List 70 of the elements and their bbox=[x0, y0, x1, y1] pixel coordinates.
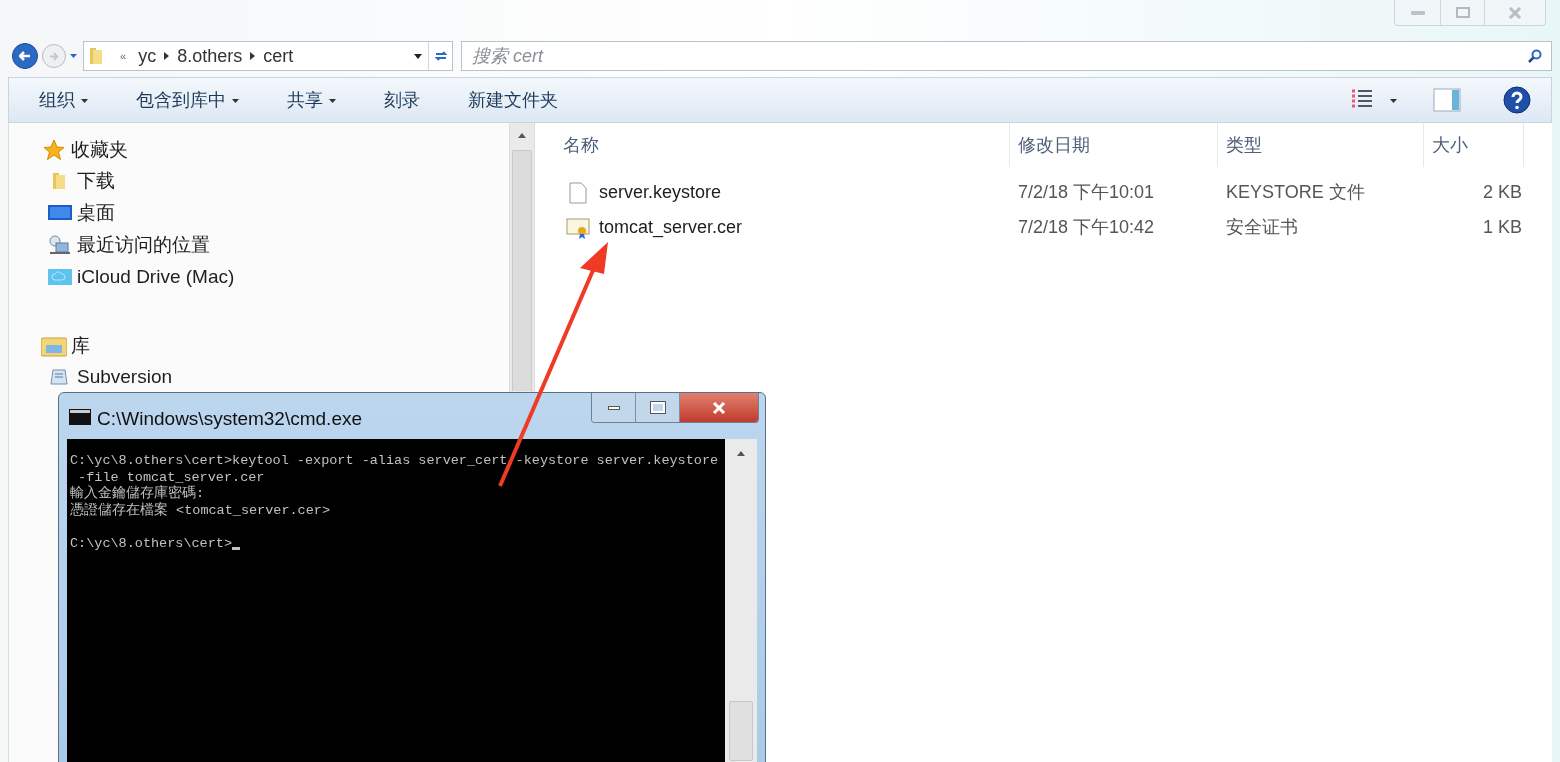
scroll-thumb[interactable] bbox=[512, 150, 532, 391]
minimize-button[interactable] bbox=[592, 393, 636, 422]
close-icon bbox=[712, 401, 726, 414]
toolbar-button[interactable]: 包含到库中 bbox=[136, 86, 239, 114]
preview-pane-button[interactable] bbox=[1433, 88, 1461, 112]
arrow-left-icon bbox=[19, 51, 31, 61]
toolbar-button[interactable]: 刻录 bbox=[384, 86, 420, 114]
certificate-icon bbox=[566, 216, 590, 239]
column-header[interactable]: 修改日期 bbox=[1010, 123, 1218, 167]
toolbar-button[interactable]: 组织 bbox=[39, 86, 88, 114]
caret-icon bbox=[70, 54, 77, 58]
table-cell-text: 7/2/18 下午10:01 bbox=[1017, 181, 1156, 204]
column-header[interactable]: 名称 bbox=[555, 123, 1010, 167]
file-name[interactable]: server.keystore bbox=[599, 179, 722, 206]
table-cell-text: 7/2/18 下午10:42 bbox=[1017, 216, 1156, 239]
breadcrumb-item[interactable]: 8.others bbox=[177, 42, 243, 70]
scroll-up-icon bbox=[737, 451, 745, 456]
console-line: 憑證儲存在檔案 <tomcat_server.cer> bbox=[70, 502, 331, 518]
recent-places-icon bbox=[48, 234, 72, 256]
chevron-right-icon bbox=[164, 52, 170, 60]
breadcrumb-item[interactable]: cert bbox=[263, 42, 294, 70]
scroll-thumb[interactable] bbox=[729, 701, 753, 761]
nav-group-header[interactable]: 收藏夹 bbox=[39, 135, 509, 165]
file-name[interactable]: tomcat_server.cer bbox=[599, 214, 743, 241]
address-bar[interactable]: « yc 8.others cert bbox=[83, 41, 453, 71]
nav-item[interactable]: 下载 bbox=[39, 165, 509, 197]
nav-item[interactable]: 最近访问的位置 bbox=[39, 229, 509, 261]
text-cursor bbox=[232, 547, 241, 550]
column-header[interactable]: 大小 bbox=[1424, 123, 1524, 167]
overflow-mark: « bbox=[120, 48, 127, 64]
star-icon bbox=[43, 139, 65, 161]
table-cell-text: 1 KB bbox=[1481, 216, 1523, 239]
table-cell-text: 安全证书 bbox=[1225, 216, 1299, 239]
console-icon bbox=[69, 409, 91, 425]
close-icon bbox=[1508, 6, 1522, 19]
back-button[interactable] bbox=[12, 43, 38, 69]
file-icon bbox=[569, 181, 587, 204]
console-prompt: C:\yc\8.others\cert> bbox=[70, 535, 233, 552]
maximize-button[interactable] bbox=[636, 393, 680, 422]
table-cell-text: KEYSTORE 文件 bbox=[1225, 181, 1366, 204]
table-cell-text: 2 KB bbox=[1481, 181, 1523, 204]
console-line: -file tomcat_server.cer bbox=[77, 469, 265, 485]
nav-item[interactable]: iCloud Drive (Mac) bbox=[39, 261, 509, 293]
search-field[interactable]: 搜索 cert bbox=[461, 41, 1552, 71]
refresh-icon bbox=[433, 50, 448, 62]
library-icon bbox=[41, 335, 67, 357]
caret-icon bbox=[414, 53, 422, 59]
arrow-right-icon bbox=[49, 51, 59, 61]
column-header[interactable]: 类型 bbox=[1218, 123, 1424, 167]
nav-item[interactable]: 桌面 bbox=[39, 197, 509, 229]
nav-group-header[interactable]: 库 bbox=[39, 331, 509, 361]
toolbar-button[interactable]: 新建文件夹 bbox=[468, 86, 558, 114]
help-icon bbox=[1503, 86, 1531, 114]
caret-icon bbox=[1390, 99, 1397, 103]
scrollbar[interactable] bbox=[725, 439, 757, 762]
nav-item[interactable]: Subversion bbox=[39, 361, 509, 393]
help-button[interactable] bbox=[1503, 86, 1531, 114]
cloud-folder-icon bbox=[48, 268, 72, 286]
console-line: 輸入金鑰儲存庫密碼: bbox=[70, 486, 205, 501]
console-line: C:\yc\8.others\cert>keytool -export -alias server_cert -keystore server.keystore bbox=[70, 453, 719, 468]
chevron-right-icon bbox=[250, 52, 256, 60]
preview-pane-icon bbox=[1433, 88, 1461, 112]
breadcrumb-item[interactable]: yc bbox=[138, 42, 157, 70]
toolbar-button[interactable]: 共享 bbox=[287, 86, 336, 114]
window-title: C:\Windows\system32\cmd.exe bbox=[97, 407, 363, 431]
close-button[interactable] bbox=[680, 393, 758, 422]
search-icon bbox=[1528, 49, 1542, 63]
scroll-up-icon bbox=[518, 133, 526, 138]
repository-icon bbox=[49, 366, 71, 388]
desktop-icon bbox=[48, 204, 72, 222]
